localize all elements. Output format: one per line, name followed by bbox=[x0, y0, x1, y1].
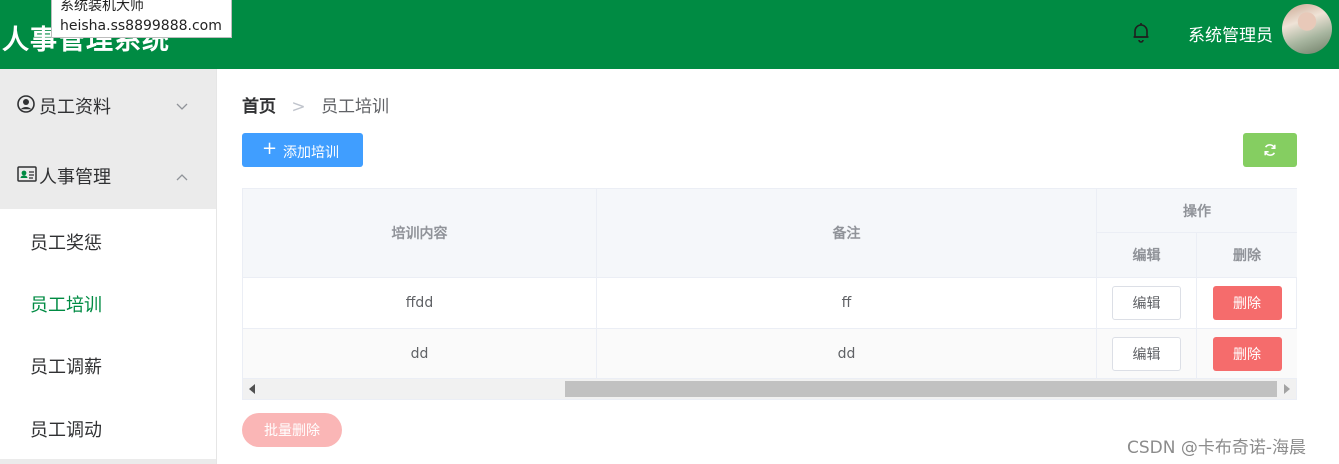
sidebar-item-training[interactable]: 员工培训 bbox=[0, 271, 216, 333]
column-header-label: 备注 bbox=[832, 226, 861, 242]
column-header-label: 操作 bbox=[1183, 203, 1211, 220]
watermark-text: CSDN @卡布奇诺-海晨 bbox=[1127, 438, 1307, 458]
chevron-down-icon bbox=[175, 97, 189, 110]
batch-delete-button[interactable]: 批量删除 bbox=[242, 413, 342, 447]
edit-button[interactable]: 编辑 bbox=[1112, 286, 1181, 320]
scroll-left-arrow-icon[interactable] bbox=[249, 384, 255, 394]
breadcrumb: 首页 > 员工培训 bbox=[242, 92, 389, 117]
id-card-icon bbox=[17, 165, 37, 183]
delete-button[interactable]: 删除 bbox=[1212, 336, 1282, 371]
table-cell-remark: ff bbox=[597, 278, 1097, 329]
tooltip-popup: 系统装机大师 heisha.ss8899888.com bbox=[51, 0, 232, 38]
column-header-label: 编辑 bbox=[1132, 248, 1161, 264]
delete-button[interactable]: 删除 bbox=[1212, 286, 1282, 320]
scroll-right-arrow-icon[interactable] bbox=[1284, 384, 1290, 394]
cell-text: dd bbox=[837, 345, 856, 362]
column-header-edit: 编辑 bbox=[1097, 233, 1197, 278]
table-cell-content: dd bbox=[243, 329, 597, 379]
column-header-content: 培训内容 bbox=[243, 189, 597, 278]
tooltip-line-2: heisha.ss8899888.com bbox=[60, 18, 222, 34]
refresh-button[interactable] bbox=[1243, 133, 1297, 167]
refresh-icon bbox=[1264, 144, 1276, 156]
column-header-operation: 操作 bbox=[1097, 189, 1297, 233]
table-cell-delete: 删除 bbox=[1197, 278, 1297, 329]
cell-text: ff bbox=[841, 295, 852, 311]
edit-button[interactable]: 编辑 bbox=[1112, 336, 1181, 371]
sidebar: 员工资料 人事管理 员工奖惩 员工培训 员工调薪 员工调动 bbox=[0, 69, 217, 464]
username[interactable]: 系统管理员 bbox=[1188, 21, 1273, 46]
breadcrumb-home[interactable]: 首页 bbox=[242, 97, 276, 117]
sidebar-next-group-edge bbox=[0, 459, 216, 464]
add-training-button[interactable]: + 添加培训 bbox=[242, 133, 363, 167]
table-cell-edit: 编辑 bbox=[1097, 329, 1197, 379]
sidebar-item-transfer[interactable]: 员工调动 bbox=[0, 396, 216, 458]
sidebar-item-label: 员工奖惩 bbox=[30, 233, 102, 254]
sidebar-item-label: 员工培训 bbox=[30, 295, 102, 316]
column-header-remark: 备注 bbox=[597, 189, 1097, 278]
cell-text: ffdd bbox=[405, 295, 434, 311]
sidebar-item-label: 员工调薪 bbox=[30, 357, 102, 378]
sidebar-item-salary-adjustment[interactable]: 员工调薪 bbox=[0, 333, 216, 395]
breadcrumb-current: 员工培训 bbox=[321, 97, 390, 117]
tooltip-line-1: 系统装机大师 bbox=[60, 0, 144, 14]
training-table: 培训内容 备注 操作 编辑 删除 ffdd ff 编辑 删除 dd dd 编辑 … bbox=[242, 188, 1297, 400]
bell-icon[interactable] bbox=[1129, 20, 1153, 44]
avatar[interactable] bbox=[1282, 4, 1332, 54]
scrollbar-thumb[interactable] bbox=[565, 381, 1277, 397]
table-cell-edit: 编辑 bbox=[1097, 278, 1197, 329]
plus-icon: + bbox=[262, 138, 278, 159]
sidebar-group-hr-management[interactable]: 人事管理 bbox=[0, 139, 216, 209]
sidebar-item-rewards-punishments[interactable]: 员工奖惩 bbox=[0, 209, 216, 271]
sidebar-group-employee-info[interactable]: 员工资料 bbox=[0, 69, 216, 139]
sidebar-group-label: 员工资料 bbox=[39, 97, 111, 118]
sidebar-group-label: 人事管理 bbox=[39, 167, 111, 188]
table-cell-remark: dd bbox=[597, 329, 1097, 379]
user-circle-icon bbox=[17, 95, 35, 113]
table-cell-delete: 删除 bbox=[1197, 329, 1297, 379]
sidebar-item-label: 员工调动 bbox=[30, 420, 102, 441]
column-header-delete: 删除 bbox=[1197, 233, 1297, 278]
chevron-up-icon bbox=[175, 167, 189, 181]
column-header-label: 删除 bbox=[1233, 248, 1261, 264]
table-cell-content: ffdd bbox=[243, 278, 597, 329]
cell-text: dd bbox=[410, 345, 429, 362]
add-training-label: 添加培训 bbox=[283, 145, 339, 161]
breadcrumb-separator: > bbox=[291, 97, 306, 117]
column-header-label: 培训内容 bbox=[391, 226, 448, 242]
horizontal-scrollbar[interactable] bbox=[243, 379, 1296, 399]
